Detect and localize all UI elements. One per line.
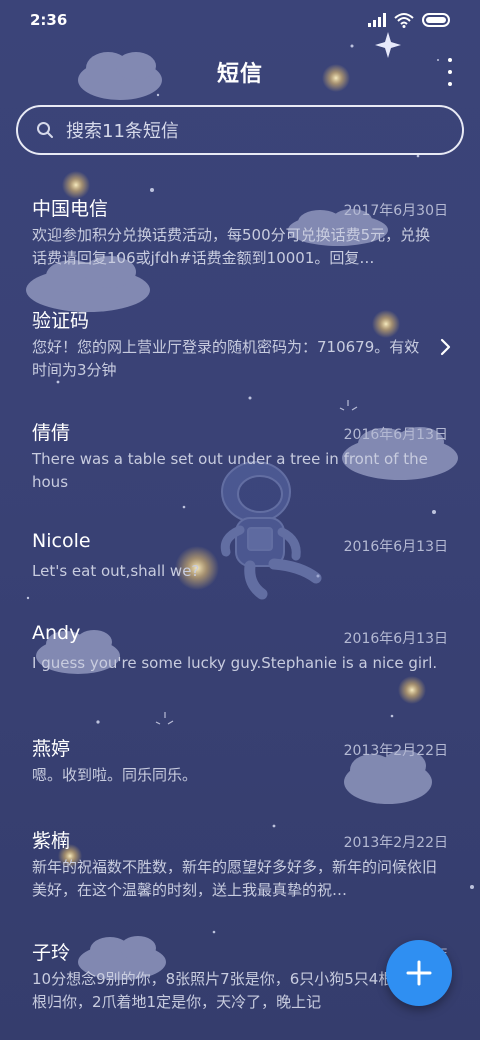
message-item[interactable]: 紫楠 2013年2月22日 新年的祝福数不胜数，新年的愿望好多好多，新年的问候依… bbox=[0, 804, 480, 914]
message-date: 2016年6月13日 bbox=[343, 631, 448, 647]
message-preview: 欢迎参加积分兑换话费活动，每500分可兑换话费5元，兑换话费请回复106或jfd… bbox=[32, 226, 431, 267]
status-icons bbox=[368, 12, 452, 28]
search-bar[interactable] bbox=[16, 105, 464, 155]
sender-name: Andy bbox=[32, 622, 81, 644]
message-item[interactable]: Nicole 2016年6月13日 Let's eat out,shall we… bbox=[0, 508, 480, 598]
sender-name: 紫楠 bbox=[32, 830, 71, 852]
message-preview: There was a table set out under a tree i… bbox=[32, 450, 428, 491]
message-date: 2013年2月22日 bbox=[343, 743, 448, 759]
message-date: 2016年6月13日 bbox=[343, 539, 448, 555]
message-item[interactable]: 燕婷 2013年2月22日 嗯。收到啦。同乐同乐。 bbox=[0, 712, 480, 802]
message-preview: I guess you're some lucky guy.Stephanie … bbox=[32, 654, 438, 672]
search-input[interactable] bbox=[64, 117, 448, 145]
status-time: 2:36 bbox=[30, 11, 68, 29]
status-bar: 2:36 bbox=[0, 0, 480, 40]
sender-name: 中国电信 bbox=[32, 198, 109, 220]
message-preview: 新年的祝福数不胜数，新年的愿望好多好多，新年的问候依旧美好，在这个温馨的时刻，送… bbox=[32, 858, 438, 899]
sender-name: Nicole bbox=[32, 530, 91, 552]
signal-icon bbox=[368, 13, 386, 27]
message-date: 2016年6月13日 bbox=[343, 427, 448, 443]
message-preview: 10分想念9别的你，8张照片7张是你，6只小狗5只4根骨头3根归你，2爪着地1定… bbox=[32, 970, 433, 1011]
message-item[interactable]: 倩倩 2016年6月13日 There was a table set out … bbox=[0, 396, 480, 506]
app-header: 短信 bbox=[0, 40, 480, 100]
message-item[interactable]: Andy 2016年6月13日 I guess you're some luck… bbox=[0, 600, 480, 710]
message-item[interactable]: 验证码 您好！您的网上营业厅登录的随机密码为：710679。有效时间为3分钟 bbox=[0, 284, 480, 394]
search-icon bbox=[37, 122, 53, 138]
sender-name: 倩倩 bbox=[32, 422, 71, 444]
more-vert-icon[interactable] bbox=[444, 58, 456, 86]
message-preview: 嗯。收到啦。同乐同乐。 bbox=[32, 766, 198, 784]
sender-name: 子玲 bbox=[32, 942, 71, 964]
chevron-right-icon[interactable] bbox=[440, 338, 452, 356]
sender-name: 验证码 bbox=[32, 310, 90, 332]
new-message-button[interactable] bbox=[386, 940, 452, 1006]
message-date: 2013年2月22日 bbox=[343, 835, 448, 851]
wifi-icon bbox=[394, 13, 414, 28]
message-preview: Let's eat out,shall we? bbox=[32, 562, 200, 580]
page-title: 短信 bbox=[216, 62, 263, 87]
sender-name: 燕婷 bbox=[32, 738, 71, 760]
message-item[interactable]: 中国电信 2017年6月30日 欢迎参加积分兑换话费活动，每500分可兑换话费5… bbox=[0, 172, 480, 282]
plus-icon bbox=[406, 960, 432, 986]
battery-icon bbox=[422, 13, 450, 27]
message-date: 2017年6月30日 bbox=[343, 203, 448, 219]
message-preview: 您好！您的网上营业厅登录的随机密码为：710679。有效时间为3分钟 bbox=[32, 338, 420, 379]
